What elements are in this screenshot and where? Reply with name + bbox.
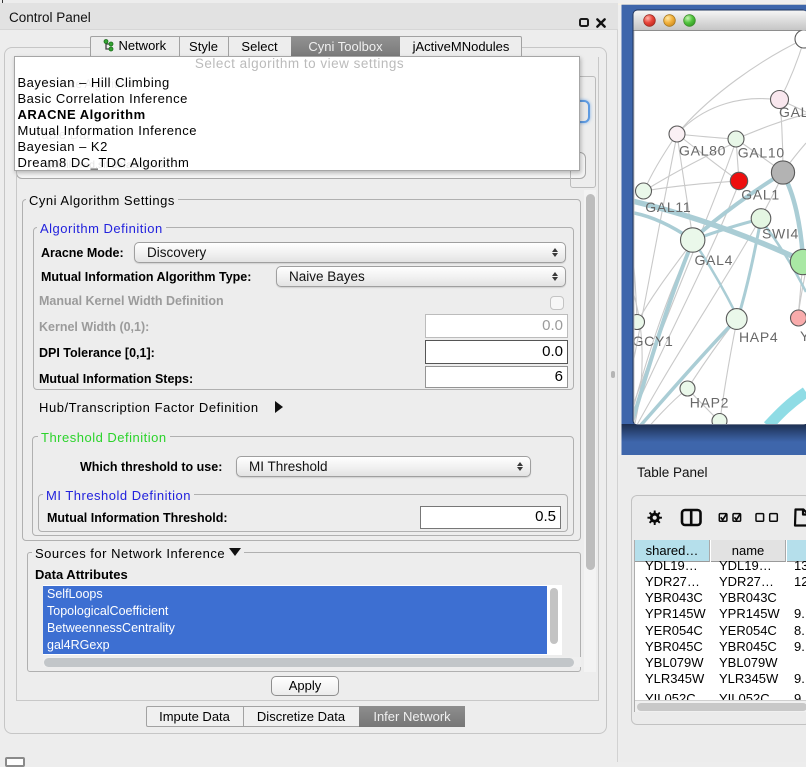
svg-text:GCY1: GCY1 xyxy=(633,333,674,349)
svg-text:GAL80: GAL80 xyxy=(679,143,726,159)
svg-text:HAP2: HAP2 xyxy=(690,395,729,411)
svg-text:SWI4: SWI4 xyxy=(762,226,799,242)
svg-text:Y: Y xyxy=(800,328,806,344)
svg-text:GAL1: GAL1 xyxy=(741,187,780,203)
svg-text:GAL11: GAL11 xyxy=(645,199,691,215)
svg-text:GAL4: GAL4 xyxy=(695,252,734,268)
svg-text:HAP4: HAP4 xyxy=(739,329,778,345)
svg-text:GAL: GAL xyxy=(779,104,806,120)
svg-text:GAL10: GAL10 xyxy=(738,145,785,161)
